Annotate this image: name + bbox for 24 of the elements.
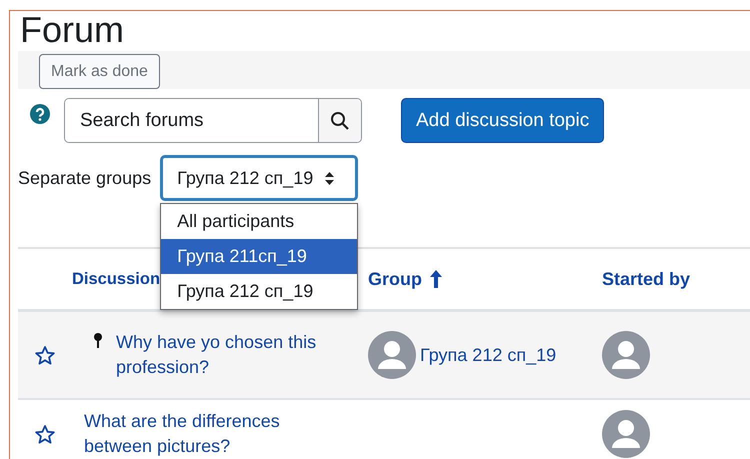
discussion-link[interactable]: What are the differences between pictures? bbox=[84, 409, 324, 459]
column-header[interactable]: Discussion bbox=[72, 270, 160, 288]
user-avatar-icon bbox=[602, 410, 650, 458]
user-avatar-icon bbox=[602, 331, 650, 379]
dropdown-option[interactable]: Група 212 сп_19 bbox=[161, 274, 358, 309]
column-header[interactable]: Group bbox=[368, 268, 422, 290]
dropdown-option[interactable]: All participants bbox=[161, 204, 358, 239]
group-avatar-icon bbox=[368, 331, 416, 379]
star-icon[interactable] bbox=[35, 424, 55, 444]
sort-caret-icon bbox=[325, 172, 334, 184]
discussion-link[interactable]: Why have yo chosen this profession? bbox=[116, 330, 356, 380]
search-icon bbox=[330, 110, 350, 130]
page-title: Forum bbox=[19, 11, 126, 49]
star-icon[interactable] bbox=[35, 346, 55, 364]
add-discussion-button[interactable]: Add discussion topic bbox=[401, 98, 604, 143]
search-field[interactable]: Search forums bbox=[64, 98, 362, 143]
groups-label: Separate groups bbox=[18, 168, 152, 188]
group-link[interactable]: Група 212 сп_19 bbox=[420, 344, 556, 366]
group-select[interactable]: Група 212 сп_19 bbox=[160, 155, 358, 201]
column-header[interactable]: Started by bbox=[602, 268, 690, 290]
help-icon[interactable] bbox=[30, 104, 50, 124]
search-button[interactable] bbox=[318, 99, 361, 142]
dropdown-option[interactable]: Група 211сп_19 bbox=[161, 239, 358, 274]
mark-done-button[interactable]: Mark as done bbox=[39, 54, 160, 89]
